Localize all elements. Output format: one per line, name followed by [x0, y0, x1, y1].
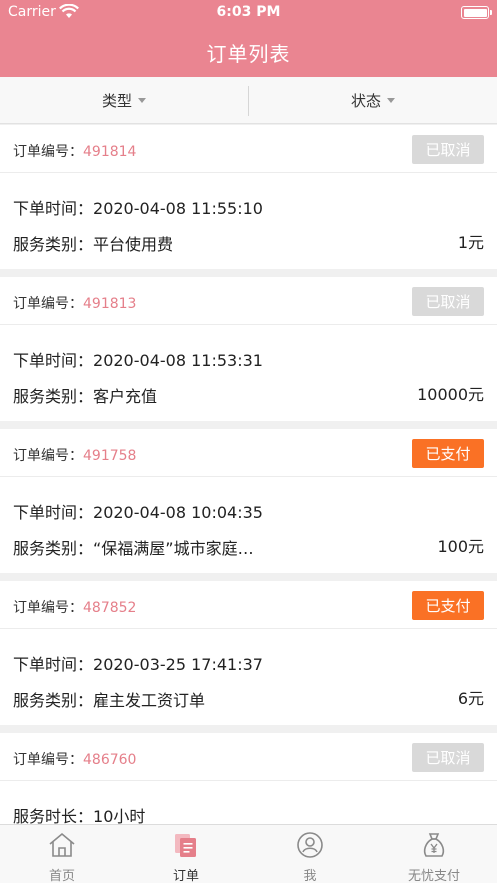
order-amount: 1元	[457, 233, 484, 252]
order-card-header: 订单编号：491814 已取消	[0, 125, 497, 173]
order-card[interactable]: 订单编号：487852 已支付 下单时间：2020-03-25 17:41:37…	[0, 581, 497, 725]
order-number-label: 订单编号：487852	[13, 600, 137, 616]
order-card-header: 订单编号：491813 已取消	[0, 277, 497, 325]
order-list: 订单编号：491814 已取消 下单时间：2020-04-08 11:55:10…	[0, 125, 497, 883]
order-number-label: 订单编号：486760	[13, 752, 137, 768]
order-amount: 6元	[457, 689, 484, 708]
status-bar: Carrier 6:03 PM	[0, 0, 497, 26]
tab-home-label: 首页	[48, 869, 75, 883]
caret-down-icon	[138, 98, 146, 103]
order-amount: 10000元	[417, 385, 484, 404]
order-number-label: 订单编号：491758	[13, 448, 137, 464]
service-category: 服务类别：雇主发工资订单	[13, 691, 206, 710]
status-badge: 已支付	[412, 439, 484, 468]
tab-payment[interactable]: 无忧支付	[372, 825, 496, 883]
type-filter-dropdown[interactable]: 类型	[0, 77, 248, 124]
order-number: 491813	[83, 296, 137, 312]
tab-orders[interactable]: 订单	[124, 825, 248, 883]
service-category: 服务类别：客户充值	[13, 387, 158, 406]
order-number: 487852	[83, 600, 137, 616]
order-time: 下单时间：2020-04-08 11:55:10	[13, 199, 263, 218]
order-card[interactable]: 订单编号：491814 已取消 下单时间：2020-04-08 11:55:10…	[0, 125, 497, 269]
order-time: 下单时间：2020-04-08 11:53:31	[13, 351, 263, 370]
caret-down-icon	[387, 98, 395, 103]
nav-header: Carrier 6:03 PM 订单列表	[0, 0, 497, 77]
order-time: 下单时间：2020-03-25 17:41:37	[13, 655, 263, 674]
status-filter-label: 状态	[350, 92, 381, 110]
order-number-label: 订单编号：491813	[13, 296, 137, 312]
tab-me[interactable]: 我	[248, 825, 372, 883]
order-number: 486760	[83, 752, 137, 768]
order-number: 491758	[83, 448, 137, 464]
status-filter-dropdown[interactable]: 状态	[249, 77, 497, 124]
home-icon	[49, 832, 75, 857]
service-category: 服务类别：“保福满屋”城市家庭…	[13, 539, 254, 558]
order-card[interactable]: 订单编号：491758 已支付 下单时间：2020-04-08 10:04:35…	[0, 429, 497, 573]
tab-home[interactable]: 首页	[0, 825, 124, 883]
page-title: 订单列表	[206, 42, 291, 66]
tab-orders-label: 订单	[172, 869, 199, 883]
profile-icon	[297, 832, 323, 858]
status-badge: 已取消	[412, 135, 484, 164]
order-time: 下单时间：2020-04-08 10:04:35	[13, 503, 263, 522]
order-card-header: 订单编号：491758 已支付	[0, 429, 497, 477]
status-badge: 已取消	[412, 743, 484, 772]
status-badge: 已支付	[412, 591, 484, 620]
order-card-header: 订单编号：487852 已支付	[0, 581, 497, 629]
order-amount: 100元	[437, 537, 484, 556]
type-filter-label: 类型	[101, 92, 132, 110]
filter-bar: 类型 状态	[0, 77, 497, 124]
money-bag-icon	[423, 833, 445, 857]
order-card[interactable]: 订单编号：491813 已取消 下单时间：2020-04-08 11:53:31…	[0, 277, 497, 421]
clock: 6:03 PM	[216, 4, 281, 20]
tab-me-label: 我	[303, 869, 317, 883]
order-number-label: 订单编号：491814	[13, 144, 137, 160]
orders-icon	[175, 834, 196, 857]
order-number: 491814	[83, 144, 137, 160]
battery-icon	[461, 6, 492, 19]
status-badge: 已取消	[412, 287, 484, 316]
order-card-header: 订单编号：486760 已取消	[0, 733, 497, 781]
tab-payment-label: 无忧支付	[407, 869, 460, 883]
service-category: 服务类别：平台使用费	[13, 235, 174, 254]
tab-bar: 首页 订单 我 无忧支付	[0, 824, 497, 883]
